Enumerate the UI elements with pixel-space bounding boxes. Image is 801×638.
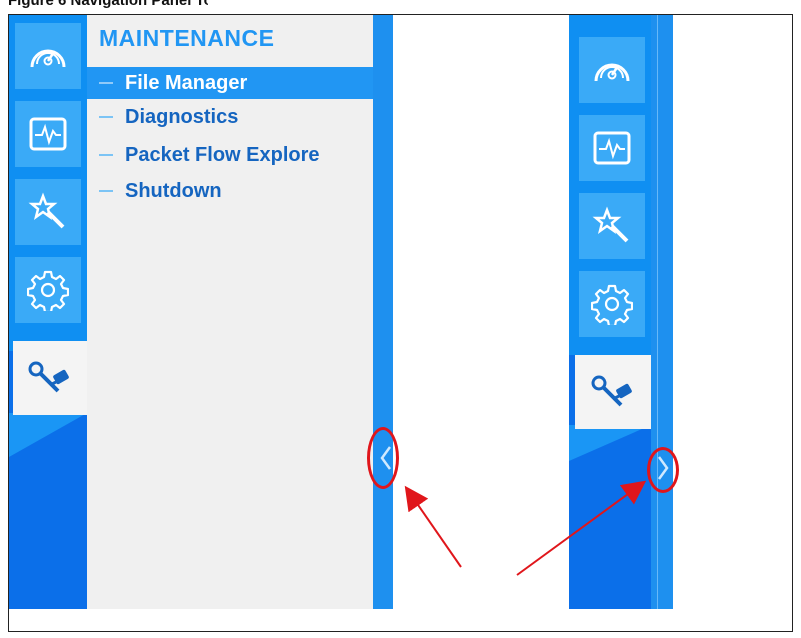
figure-caption: Figure 6 Navigation Panel Toggle [8,0,208,14]
figure-frame: MAINTENANCE File Manager Diagnostics Pac… [8,14,793,632]
figure-caption-text: Figure 6 Navigation Panel Toggle [8,0,208,9]
arrow-to-expand [516,480,647,576]
arrow-to-collapse [404,485,462,568]
callout-arrows [404,480,647,576]
